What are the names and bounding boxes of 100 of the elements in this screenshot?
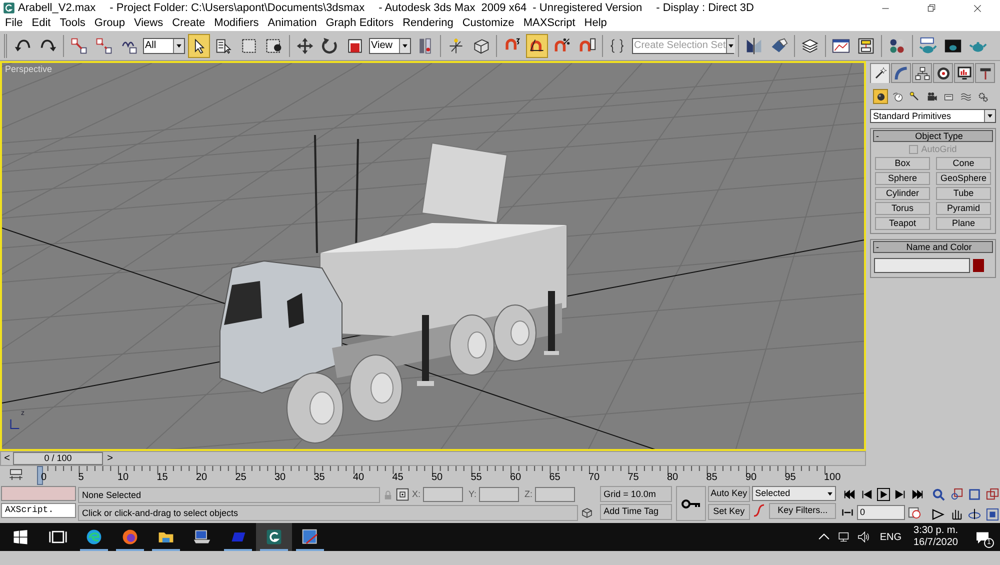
coordinate-field[interactable] — [479, 487, 520, 502]
frame-number: 25 — [235, 473, 246, 483]
collapse-button[interactable]: - — [874, 132, 886, 140]
menu-item[interactable]: Edit — [32, 15, 51, 32]
cursor-button[interactable] — [188, 34, 210, 58]
collapse-button[interactable]: - — [874, 242, 886, 252]
primitive-button[interactable]: Pyramid — [936, 202, 991, 215]
clock-time[interactable]: 3:30 p. m. — [914, 525, 958, 537]
dropdown[interactable]: View — [369, 38, 411, 54]
previous-frame-button[interactable]: < — [1, 452, 13, 465]
menu-item[interactable]: Help — [584, 15, 607, 32]
set-keys-button[interactable] — [676, 486, 706, 521]
name-field[interactable] — [874, 258, 970, 273]
manipulate-icon — [447, 36, 465, 54]
dashed-rectangle-icon — [240, 36, 258, 54]
window-title: Arabell_V2.max — [18, 0, 96, 16]
frame-number: 55 — [470, 473, 482, 483]
angle-magnet-button[interactable] — [526, 34, 548, 58]
spinner-magnet-icon — [578, 36, 596, 54]
zoom-extents-all-icon — [986, 488, 999, 501]
zoom-extents-all-button[interactable] — [985, 487, 1000, 502]
absolute-mode-icon[interactable] — [396, 488, 409, 501]
frame-counter[interactable]: 0 / 100 — [13, 452, 103, 465]
wheel-tab[interactable] — [933, 63, 953, 83]
orbit-button[interactable] — [967, 506, 982, 522]
max-taskbar-button[interactable] — [256, 523, 292, 551]
speaker-icon[interactable] — [856, 530, 871, 544]
angle-magnet-icon — [528, 36, 546, 54]
menu-item[interactable]: Animation — [268, 15, 317, 32]
maxscript-listener-field[interactable]: AXScript. — [1, 503, 76, 518]
current-frame-field[interactable]: 0 — [857, 504, 906, 520]
key-mode-toggle-button[interactable] — [842, 506, 854, 518]
menu-item[interactable]: Graph Editors — [326, 15, 394, 32]
key-mode-icon — [842, 506, 854, 518]
menu-item[interactable]: MAXScript — [523, 15, 576, 32]
curve-editor-icon — [832, 36, 850, 54]
cube-icon[interactable] — [580, 507, 593, 519]
frame-number: 50 — [432, 473, 443, 483]
language-indicator[interactable]: ENG — [880, 530, 902, 544]
zoom-button[interactable] — [931, 487, 946, 502]
sphere-button[interactable] — [873, 89, 888, 104]
maximize-viewport-button[interactable] — [985, 506, 1000, 522]
rollout-title[interactable]: Name and Color — [886, 242, 992, 252]
play-button[interactable] — [876, 486, 892, 502]
zoom-all-button[interactable] — [949, 487, 964, 502]
render-frame-icon — [944, 36, 962, 54]
menu-item[interactable]: Tools — [60, 15, 86, 32]
max-icon — [265, 528, 283, 546]
next-frame-button[interactable]: > — [104, 452, 116, 465]
hammer-tab[interactable] — [975, 63, 995, 83]
orbit-icon — [968, 508, 982, 520]
menu-item[interactable]: Views — [134, 15, 164, 32]
wheel-icon — [936, 66, 950, 80]
primitive-button[interactable]: Teapot — [875, 217, 930, 230]
key-mode-dropdown[interactable]: Selected — [752, 486, 836, 501]
menu-item[interactable]: Create — [172, 15, 206, 32]
zoom-extents-button[interactable] — [967, 487, 982, 502]
hierarchy-icon — [914, 66, 930, 80]
pan-icon — [950, 508, 964, 520]
clock-date[interactable]: 16/7/2020 — [914, 537, 958, 549]
primitive-button[interactable]: Tube — [936, 187, 991, 200]
primitive-button[interactable]: Plane — [936, 217, 991, 230]
primitive-button[interactable]: Torus — [875, 202, 930, 215]
menu-item[interactable]: Customize — [462, 15, 514, 32]
object-category-dropdown[interactable]: Standard Primitives — [870, 109, 996, 123]
time-configuration-button[interactable] — [908, 506, 922, 518]
frame-number: 45 — [392, 473, 404, 483]
coordinate-field[interactable] — [423, 487, 464, 502]
field-of-view-button[interactable] — [931, 506, 946, 522]
rollout-title[interactable]: Object Type — [886, 132, 992, 140]
wand-tab[interactable] — [870, 63, 890, 83]
time-cursor[interactable] — [37, 466, 43, 485]
menu-item[interactable]: Group — [94, 15, 125, 32]
coordinate-field[interactable] — [535, 487, 576, 502]
menu-item[interactable]: Modifiers — [214, 15, 259, 32]
color-swatch[interactable] — [973, 259, 984, 272]
curve-icon[interactable] — [752, 504, 766, 518]
frame-number: 5 — [78, 473, 84, 483]
primitive-button[interactable]: Sphere — [875, 172, 930, 185]
bent-pipe-tab[interactable] — [891, 63, 911, 83]
primitive-button[interactable]: GeoSphere — [936, 172, 991, 185]
swirl-icon — [85, 528, 103, 546]
picture-pen-icon — [301, 528, 319, 546]
network-icon[interactable] — [836, 530, 851, 544]
add-time-tag-button[interactable]: Add Time Tag — [600, 504, 672, 520]
auto-key-button[interactable]: Auto Key — [708, 486, 750, 502]
menu-item[interactable]: Rendering — [402, 15, 454, 32]
frame-number: 10 — [118, 473, 129, 483]
primitive-button[interactable]: Cone — [936, 157, 991, 170]
hierarchy-tab[interactable] — [912, 63, 932, 83]
set-key-button[interactable]: Set Key — [708, 504, 750, 520]
caret-icon — [986, 112, 994, 120]
time-configuration-icon — [908, 506, 922, 518]
dropdown[interactable]: All — [143, 38, 185, 54]
menu-item[interactable]: File — [5, 15, 23, 32]
primitive-button[interactable]: Cylinder — [875, 187, 930, 200]
monitor-tab[interactable] — [954, 63, 974, 83]
primitive-button[interactable]: Box — [875, 157, 930, 170]
window-title: - Project Folder: C:\Users\apont\Documents\3dsmax — [110, 0, 365, 16]
key-filters-button[interactable]: Key Filters... — [769, 503, 836, 519]
